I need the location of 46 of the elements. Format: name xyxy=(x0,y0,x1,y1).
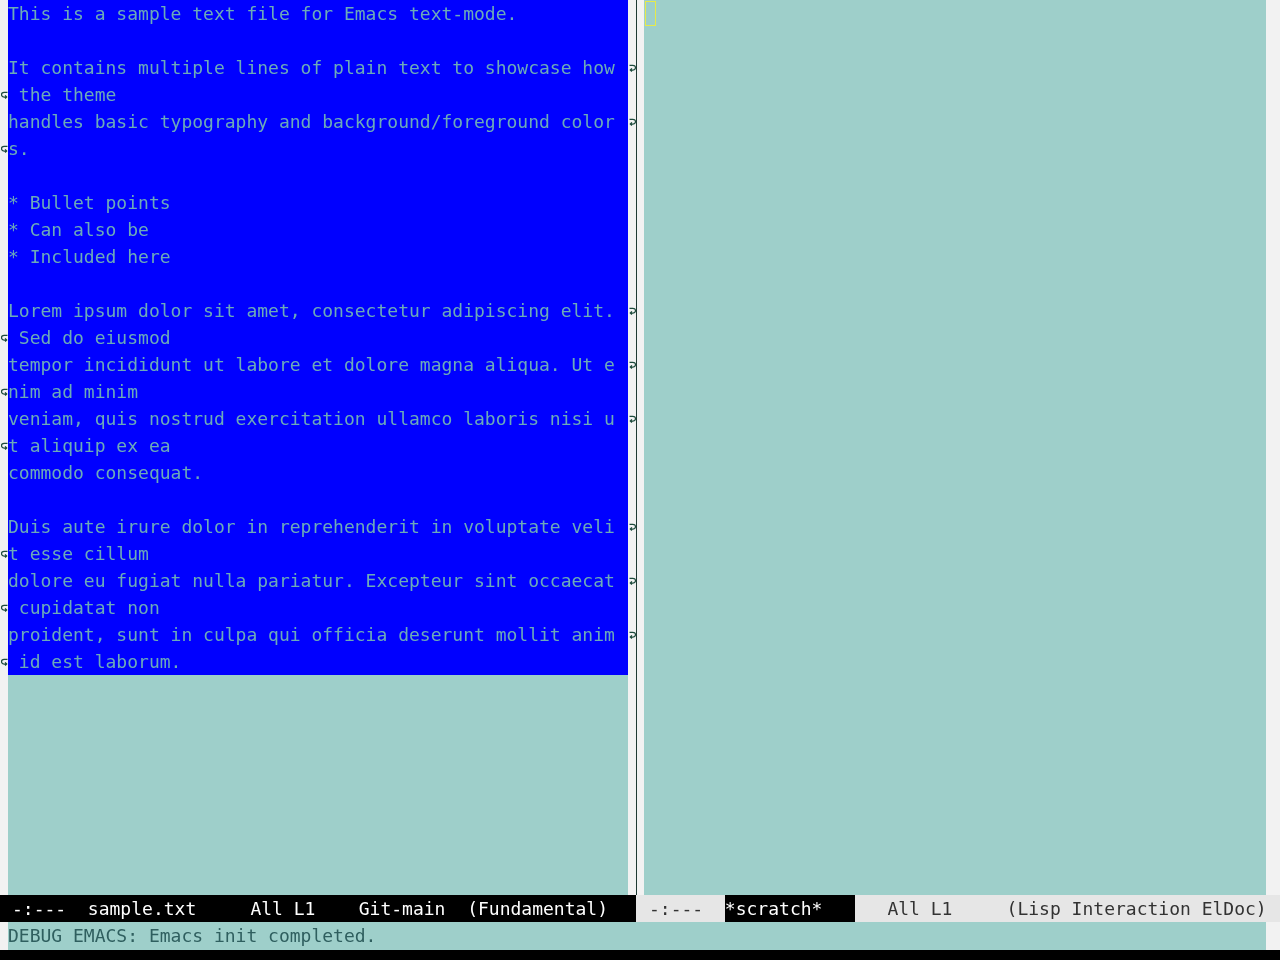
curved-arrow-icon xyxy=(628,360,636,369)
curved-arrow-icon xyxy=(628,117,636,126)
curved-arrow-icon xyxy=(628,306,636,315)
text-line: This is a sample text file for Emacs text-mode. xyxy=(8,2,519,26)
line-position: All L1 xyxy=(250,897,316,921)
text-line: tempor incididunt ut labore et dolore magna aliqua. Ut e xyxy=(8,353,616,377)
curved-arrow-icon xyxy=(0,333,8,342)
curved-arrow-icon xyxy=(628,630,636,639)
curved-arrow-icon xyxy=(0,603,8,612)
text-line: id est laborum. xyxy=(17,650,183,674)
status-message: DEBUG EMACS: Emacs init completed. xyxy=(8,924,377,948)
text-line: Sed do eiusmod xyxy=(17,326,172,350)
status-flags: -:--- xyxy=(649,897,704,921)
curved-arrow-icon xyxy=(0,387,8,396)
text-line: nim ad minim xyxy=(8,380,140,404)
text-line: * Included here xyxy=(8,245,172,269)
curved-arrow-icon xyxy=(0,144,8,153)
curved-arrow-icon xyxy=(628,522,636,531)
curved-arrow-icon xyxy=(628,63,636,72)
text-line: cupidatat non xyxy=(17,596,161,620)
text-line: Duis aute irure dolor in reprehenderit in voluptate veli xyxy=(8,515,616,539)
text-line: s. xyxy=(8,137,31,161)
text-line: Lorem ipsum dolor sit amet, consectetur adipiscing elit. xyxy=(8,299,616,323)
curved-arrow-icon xyxy=(628,576,636,585)
text-line: t aliquip ex ea xyxy=(8,434,172,458)
curved-arrow-icon xyxy=(628,414,636,423)
status-flags: -:--- xyxy=(12,897,67,921)
text-line: veniam, quis nostrud exercitation ullamco laboris nisi u xyxy=(8,407,616,431)
curved-arrow-icon xyxy=(0,657,8,666)
text-line: t esse cillum xyxy=(8,542,150,566)
major-mode[interactable]: (Fundamental) xyxy=(467,895,608,922)
fringe xyxy=(0,922,8,950)
text-line: handles basic typography and background/foreground color xyxy=(8,110,616,134)
line-position: All L1 xyxy=(887,897,953,921)
text-line: It contains multiple lines of plain text to showcase how xyxy=(8,56,616,80)
text-line: * Bullet points xyxy=(8,191,172,215)
text-line: * Can also be xyxy=(8,218,150,242)
text-line: the theme xyxy=(17,83,118,107)
curved-arrow-icon xyxy=(0,90,8,99)
branch-label[interactable]: Git-main xyxy=(358,895,446,922)
text-line: dolore eu fugiat nulla pariatur. Excepteur sint occaecat xyxy=(8,569,616,593)
curved-arrow-icon xyxy=(0,441,8,450)
text-line: proident, sunt in culpa qui officia deserunt mollit anim xyxy=(8,623,616,647)
text-line: commodo consequat. xyxy=(8,461,205,485)
editor-area[interactable] xyxy=(8,0,628,895)
curved-arrow-icon xyxy=(0,549,8,558)
